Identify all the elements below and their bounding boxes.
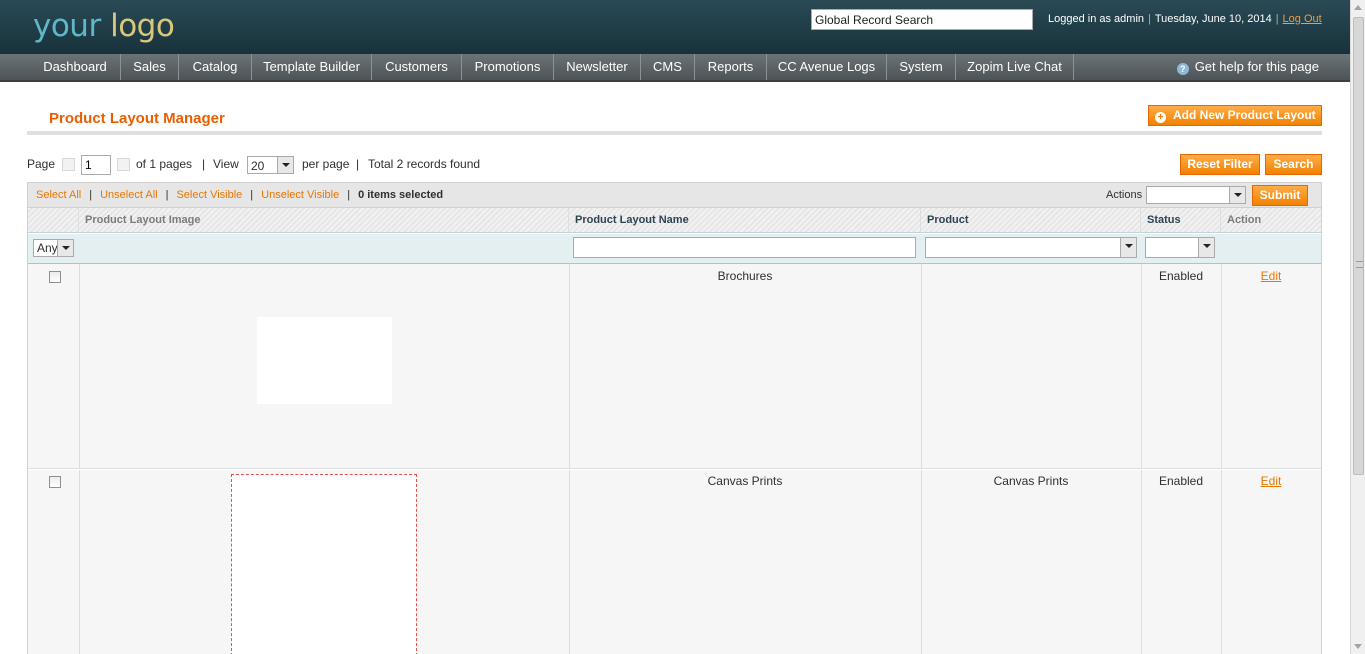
edit-link[interactable]: Edit bbox=[1221, 269, 1321, 283]
nav-item-dashboard[interactable]: Dashboard bbox=[30, 54, 121, 80]
main-nav: Dashboard Sales Catalog Template Builder… bbox=[0, 54, 1350, 82]
nav-item-newsletter[interactable]: Newsletter bbox=[554, 54, 641, 80]
edit-link[interactable]: Edit bbox=[1221, 474, 1321, 488]
global-record-search-input[interactable] bbox=[811, 9, 1033, 30]
nav-item-zopim-live-chat[interactable]: Zopim Live Chat bbox=[956, 54, 1074, 80]
title-divider bbox=[27, 131, 1322, 135]
add-new-product-layout-button[interactable]: + Add New Product Layout bbox=[1148, 105, 1322, 126]
admin-header: your logo Logged in as admin|Tuesday, Ju… bbox=[0, 0, 1350, 54]
per-page-label: per page bbox=[302, 157, 350, 171]
massaction-bar: Select All | Unselect All | Select Visible | U… bbox=[27, 182, 1322, 208]
checkbox-filter-select[interactable]: Any bbox=[33, 239, 74, 257]
nav-item-cms[interactable]: CMS bbox=[641, 54, 695, 80]
chevron-down-icon bbox=[1198, 238, 1214, 257]
submit-button[interactable]: Submit bbox=[1252, 185, 1308, 206]
unselect-visible-link[interactable]: Unselect Visible bbox=[261, 189, 339, 201]
layout-name-cell: Canvas Prints bbox=[707, 474, 783, 488]
select-all-link[interactable]: Select All bbox=[36, 189, 81, 201]
plus-circle-icon: + bbox=[1155, 112, 1166, 123]
view-label: View bbox=[213, 157, 239, 171]
admin-page: your logo Logged in as admin|Tuesday, Ju… bbox=[0, 0, 1365, 654]
column-header-checkbox bbox=[28, 208, 79, 233]
column-header-name[interactable]: Product Layout Name bbox=[569, 208, 921, 233]
logged-in-text: Logged in as admin bbox=[1048, 13, 1145, 25]
page-number-input[interactable] bbox=[81, 155, 111, 175]
massaction-links: Select All | Unselect All | Select Visible | U… bbox=[36, 189, 444, 201]
nav-item-cc-avenue-logs[interactable]: CC Avenue Logs bbox=[767, 54, 887, 80]
chevron-down-icon bbox=[57, 240, 73, 256]
actions-select[interactable] bbox=[1146, 186, 1246, 204]
product-filter-select[interactable] bbox=[925, 237, 1137, 258]
unselect-all-link[interactable]: Unselect All bbox=[100, 189, 157, 201]
header-user-info: Logged in as admin | Tuesday, June 10, 201… bbox=[1048, 13, 1322, 25]
chevron-down-icon bbox=[1229, 187, 1245, 203]
grid-filter-row: Any bbox=[28, 234, 1321, 264]
logout-link[interactable]: Log Out bbox=[1283, 13, 1322, 25]
table-row[interactable]: Brochures Enabled Edit bbox=[28, 264, 1321, 469]
of-pages-text: of 1 pages bbox=[136, 157, 193, 171]
search-button[interactable]: Search bbox=[1265, 154, 1322, 175]
items-selected-count: 0 items selected bbox=[358, 189, 444, 201]
vertical-scrollbar[interactable] bbox=[1350, 0, 1365, 654]
chevron-down-icon bbox=[277, 157, 293, 173]
nav-item-customers[interactable]: Customers bbox=[372, 54, 462, 80]
nav-item-reports[interactable]: Reports bbox=[695, 54, 767, 80]
nav-item-template-builder[interactable]: Template Builder bbox=[252, 54, 372, 80]
nav-item-catalog[interactable]: Catalog bbox=[179, 54, 252, 80]
scrollbar-thumb[interactable] bbox=[1353, 17, 1364, 475]
select-visible-link[interactable]: Select Visible bbox=[176, 189, 242, 201]
product-layout-thumbnail bbox=[231, 474, 417, 654]
column-header-action: Action bbox=[1227, 214, 1262, 226]
status-filter-select[interactable] bbox=[1145, 237, 1215, 258]
column-header-status[interactable]: Status bbox=[1141, 208, 1221, 233]
nav-item-promotions[interactable]: Promotions bbox=[462, 54, 554, 80]
scroll-down-icon[interactable] bbox=[1354, 644, 1362, 649]
table-row[interactable]: Canvas Prints Canvas Prints Enabled Edit bbox=[28, 470, 1321, 654]
name-filter-input[interactable] bbox=[573, 237, 916, 258]
actions-label: Actions bbox=[1106, 189, 1143, 201]
prev-page-icon[interactable] bbox=[62, 158, 75, 171]
reset-filter-button[interactable]: Reset Filter bbox=[1180, 154, 1260, 175]
row-checkbox[interactable] bbox=[49, 476, 61, 488]
nav-item-system[interactable]: System bbox=[887, 54, 956, 80]
layout-name-cell: Brochures bbox=[717, 269, 773, 283]
total-records-text: Total 2 records found bbox=[368, 157, 481, 171]
row-checkbox[interactable] bbox=[49, 271, 61, 283]
page-label: Page bbox=[27, 157, 56, 171]
product-layout-grid: Product Layout Image Product Layout Name… bbox=[27, 208, 1322, 654]
column-header-image[interactable]: Product Layout Image bbox=[79, 208, 569, 233]
header-date: Tuesday, June 10, 2014 bbox=[1154, 13, 1272, 25]
product-cell: Canvas Prints bbox=[993, 474, 1069, 488]
help-link[interactable]: ? Get help for this page bbox=[1176, 54, 1319, 80]
per-page-select[interactable]: 20 bbox=[247, 156, 294, 174]
page-title: Product Layout Manager bbox=[49, 110, 225, 127]
scroll-up-icon[interactable] bbox=[1354, 5, 1362, 10]
product-layout-thumbnail bbox=[257, 317, 392, 404]
chevron-down-icon bbox=[1120, 238, 1136, 257]
nav-item-sales[interactable]: Sales bbox=[121, 54, 179, 80]
column-header-product[interactable]: Product bbox=[921, 208, 1141, 233]
grid-header-row: Product Layout Image Product Layout Name… bbox=[28, 208, 1321, 233]
logo[interactable]: your logo bbox=[33, 8, 175, 44]
help-icon: ? bbox=[1176, 63, 1189, 75]
next-page-icon[interactable] bbox=[117, 158, 130, 171]
status-cell: Enabled bbox=[1158, 269, 1204, 283]
status-cell: Enabled bbox=[1158, 474, 1204, 488]
